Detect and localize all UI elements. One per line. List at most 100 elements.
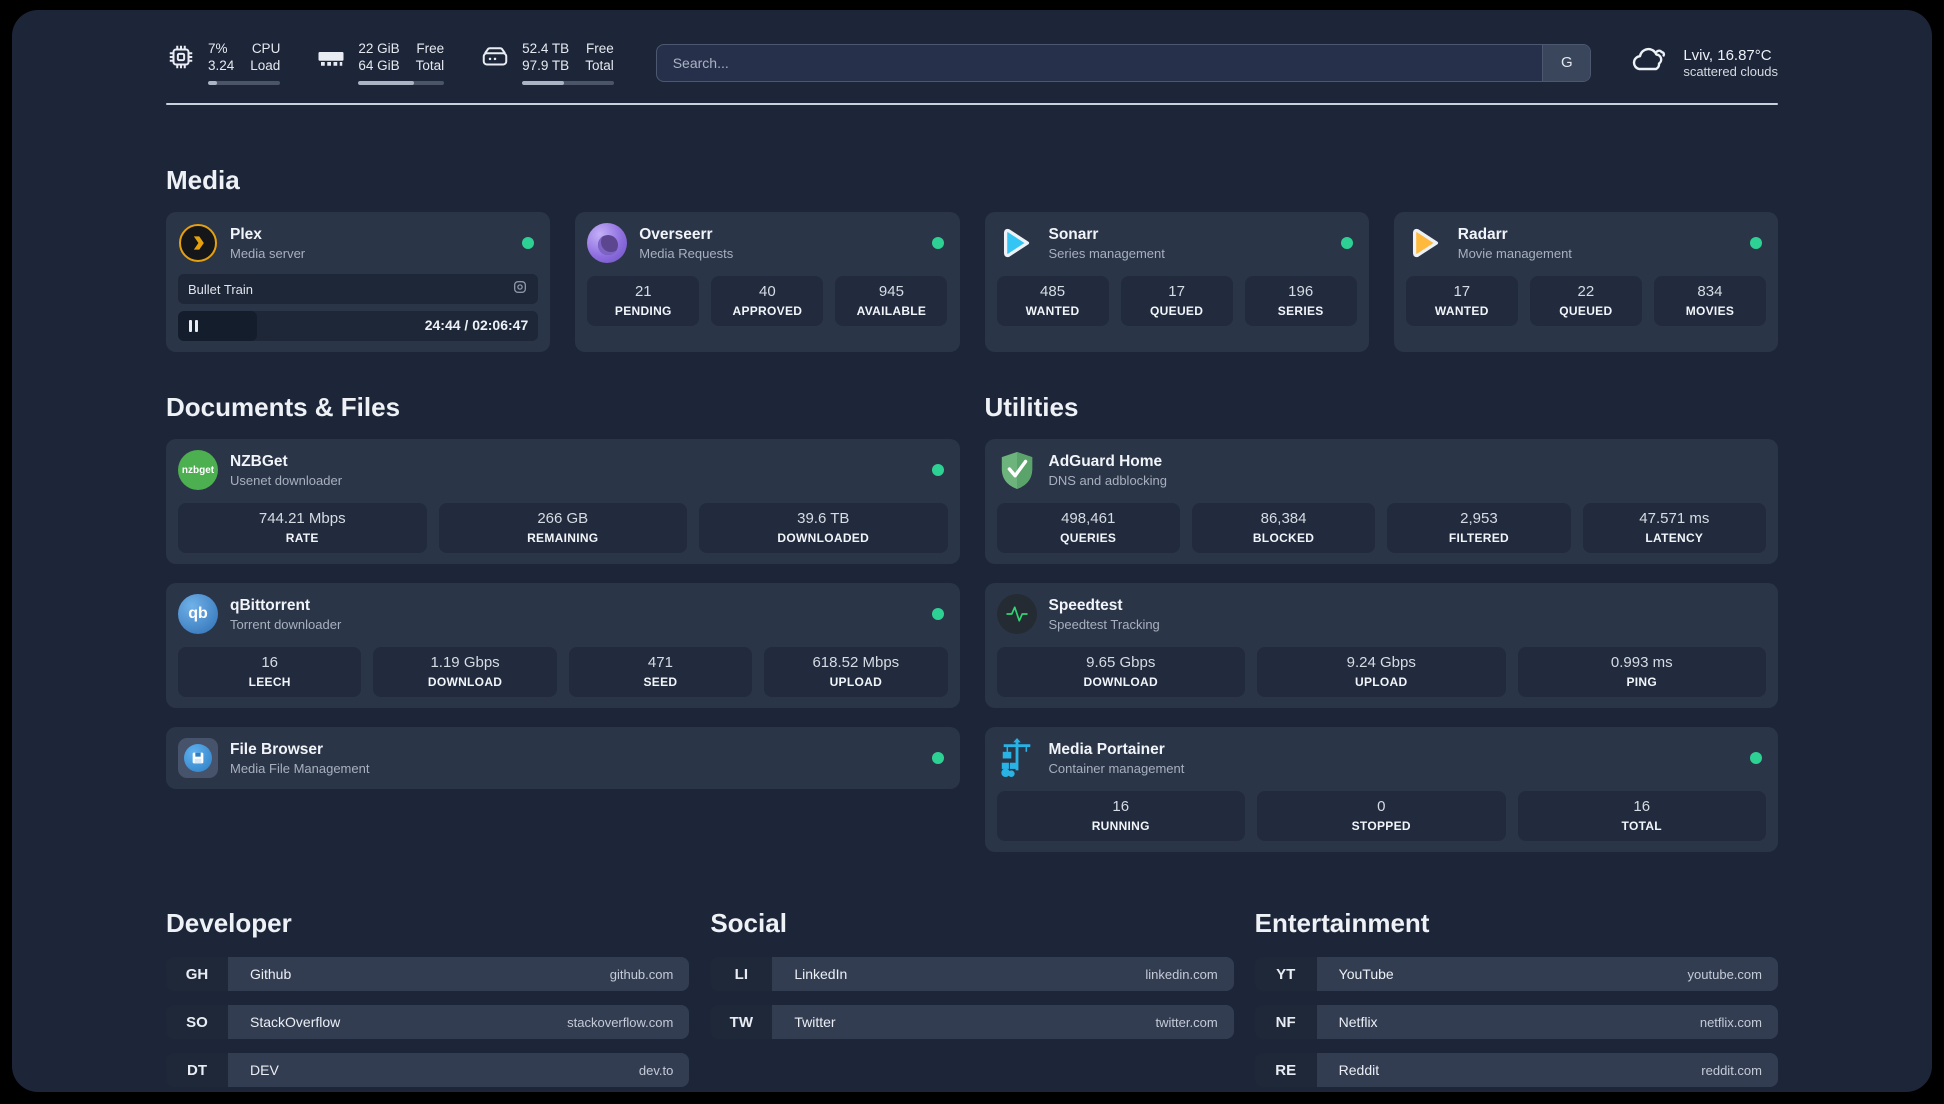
bookmark-linkedin[interactable]: LI LinkedIn linkedin.com	[710, 957, 1234, 991]
cpu-usage-label: CPU	[251, 41, 281, 56]
memory-ram-icon	[316, 42, 346, 72]
now-playing-title: Bullet Train	[188, 281, 254, 297]
bookmark-github[interactable]: GH Github github.com	[166, 957, 690, 991]
section-title-developer: Developer	[166, 908, 292, 938]
bookmark-stackoverflow[interactable]: SO StackOverflow stackoverflow.com	[166, 1005, 690, 1039]
stat-label: WANTED	[1025, 304, 1080, 318]
stat-tile: 17 QUEUED	[1120, 276, 1233, 326]
stat-tile: 17 WANTED	[1405, 276, 1518, 326]
overseerr-icon	[587, 223, 628, 263]
search-engine-button[interactable]: G	[1542, 44, 1591, 81]
cpu-progress-fill	[208, 81, 217, 85]
service-subtitle: Media Requests	[639, 245, 734, 261]
stat-tile: 2,953 FILTERED	[1387, 503, 1571, 553]
service-card-plex[interactable]: Plex Media server Bullet Train 24:44 / 0…	[166, 212, 551, 352]
stat-label: PING	[1626, 675, 1658, 689]
memory-total-label: Total	[415, 58, 445, 73]
stat-tile: 498,461 QUERIES	[996, 503, 1180, 553]
stat-label: FILTERED	[1448, 531, 1510, 545]
portainer-crane-icon	[997, 738, 1037, 778]
speedtest-pulse-icon	[996, 594, 1037, 634]
service-subtitle: Torrent downloader	[230, 616, 342, 632]
stat-value: 834	[1697, 283, 1723, 300]
cpu-load-label: Load	[250, 58, 281, 73]
stat-label: PENDING	[614, 304, 672, 318]
bookmark-name: DEV	[250, 1062, 279, 1078]
header-divider	[166, 103, 1778, 105]
service-card-portainer[interactable]: Media Portainer Container management 16 …	[984, 727, 1778, 852]
bookmark-twitter[interactable]: TW Twitter twitter.com	[710, 1005, 1234, 1039]
status-dot	[931, 237, 944, 249]
service-card-filebrowser[interactable]: File Browser Media File Management	[166, 727, 960, 789]
service-card-adguard[interactable]: AdGuard Home DNS and adblocking 498,461 …	[984, 439, 1778, 564]
service-card-qbittorrent[interactable]: qb qBittorrent Torrent downloader 16 LEE…	[166, 583, 960, 708]
stat-tile: 945 AVAILABLE	[835, 276, 948, 326]
stat-value: 39.6 TB	[797, 510, 850, 527]
section-title-social: Social	[710, 908, 787, 938]
media-card-row: Plex Media server Bullet Train 24:44 / 0…	[166, 212, 1778, 352]
bookmark-name: YouTube	[1338, 966, 1394, 982]
stat-tile: 744.21 Mbps RATE	[178, 503, 427, 553]
stat-label: AVAILABLE	[856, 304, 927, 318]
stat-value: 9.24 Gbps	[1346, 654, 1416, 671]
service-name: Overseerr	[639, 225, 713, 243]
bookmark-url: twitter.com	[1155, 1014, 1218, 1030]
weather-condition: scattered clouds	[1683, 63, 1778, 79]
stat-tile: 86,384 BLOCKED	[1191, 503, 1376, 553]
bookmark-youtube[interactable]: YT YouTube youtube.com	[1254, 957, 1778, 991]
stat-value: 17	[1453, 283, 1471, 300]
status-dot	[1340, 237, 1353, 249]
bookmark-abbr: RE	[1254, 1053, 1317, 1087]
pause-icon[interactable]	[189, 320, 198, 332]
bookmark-reddit[interactable]: RE Reddit reddit.com	[1254, 1053, 1778, 1087]
plex-icon	[178, 223, 218, 263]
bookmark-abbr: GH	[166, 957, 228, 991]
service-subtitle: Container management	[1048, 760, 1185, 776]
cpu-stat-widget: 7% 3.24 CPU Load	[166, 40, 281, 85]
service-name: File Browser	[230, 740, 324, 758]
stat-tile: 16 RUNNING	[996, 791, 1245, 841]
stat-tile: 21 PENDING	[587, 276, 700, 326]
stat-value: 17	[1168, 283, 1185, 300]
stat-label: WANTED	[1434, 304, 1489, 318]
stat-value: 40	[759, 283, 776, 300]
bookmark-netflix[interactable]: NF Netflix netflix.com	[1254, 1005, 1778, 1039]
cloud-icon	[1629, 43, 1669, 82]
stat-label: QUEUED	[1559, 304, 1613, 318]
search-input[interactable]	[656, 44, 1543, 81]
section-title-documents: Documents & Files	[166, 392, 401, 422]
cpu-progress-bar	[208, 81, 281, 85]
service-name: AdGuard Home	[1048, 452, 1163, 470]
bookmark-abbr: DT	[166, 1053, 228, 1087]
disk-progress-fill	[522, 81, 565, 85]
stat-label: DOWNLOAD	[427, 675, 503, 689]
service-card-overseerr[interactable]: Overseerr Media Requests 21 PENDING 40 A…	[575, 212, 960, 352]
cpu-usage-value: 7%	[208, 41, 228, 56]
disk-progress-bar	[522, 81, 614, 85]
stat-label: STOPPED	[1351, 819, 1411, 833]
stat-label: DOWNLOADED	[777, 531, 870, 545]
stat-label: SEED	[643, 675, 678, 689]
status-dot	[931, 752, 944, 764]
cpu-chip-icon	[166, 42, 196, 72]
service-card-nzbget[interactable]: nzbget NZBGet Usenet downloader 744.21 M…	[166, 439, 960, 564]
service-subtitle: Series management	[1048, 245, 1165, 261]
bookmark-name: LinkedIn	[794, 966, 848, 982]
stat-value: 471	[647, 654, 673, 671]
service-card-sonarr[interactable]: Sonarr Series management 485 WANTED 17 Q…	[984, 212, 1369, 352]
stat-value: 16	[1633, 798, 1651, 815]
hard-drive-icon	[480, 42, 510, 72]
disk-total-label: Total	[585, 58, 614, 73]
bookmark-dev[interactable]: DT DEV dev.to	[166, 1053, 690, 1087]
section-title-utilities: Utilities	[984, 392, 1079, 422]
disk-stat-widget: 52.4 TB 97.9 TB Free Total	[480, 40, 614, 85]
stat-value: 945	[878, 283, 904, 300]
status-dot	[931, 464, 944, 476]
stat-value: 22	[1577, 283, 1595, 300]
disk-free-label: Free	[585, 41, 614, 56]
disk-total-value: 97.9 TB	[522, 58, 570, 73]
stat-label: APPROVED	[732, 304, 803, 318]
service-card-speedtest[interactable]: Speedtest Speedtest Tracking 9.65 Gbps D…	[984, 583, 1778, 708]
service-card-radarr[interactable]: Radarr Movie management 17 WANTED 22 QUE…	[1393, 212, 1778, 352]
weather-widget[interactable]: Lviv, 16.87°C scattered clouds	[1629, 43, 1778, 82]
